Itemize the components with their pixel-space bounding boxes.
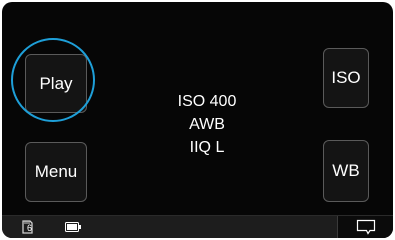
menu-button-label: Menu <box>34 162 78 181</box>
menu-button[interactable]: Menu <box>25 142 87 202</box>
display-toggle-icon <box>356 219 375 235</box>
camera-screen: Play Menu ISO WB ISO 400 AWB IIQ L 6 <box>2 2 393 238</box>
iso-button[interactable]: ISO <box>323 48 369 108</box>
wb-button-label: WB <box>332 161 360 180</box>
white-balance-value: AWB <box>189 116 225 133</box>
display-toggle-button[interactable] <box>337 216 393 238</box>
settings-info: ISO 400 AWB IIQ L <box>152 90 262 159</box>
battery-icon <box>65 222 81 232</box>
iso-value: ISO 400 <box>177 93 237 110</box>
play-button-label: Play <box>39 73 73 93</box>
image-quality-value: IIQ L <box>189 139 225 156</box>
iso-button-label: ISO <box>331 68 361 87</box>
play-button[interactable]: Play <box>25 54 87 113</box>
status-bar: 6 <box>2 215 393 238</box>
wb-button[interactable]: WB <box>323 140 369 202</box>
card-count: 6 <box>27 223 33 233</box>
